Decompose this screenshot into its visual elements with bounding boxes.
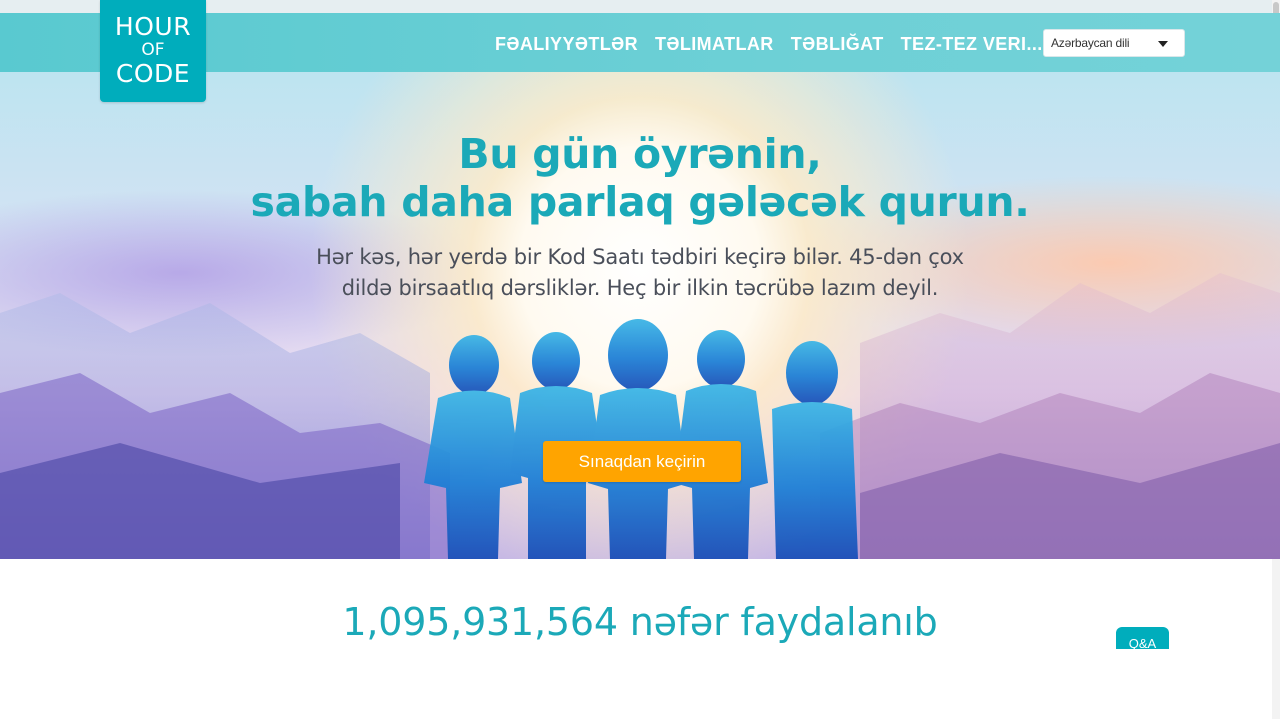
try-it-button[interactable]: Sınaqdan keçirin [543,441,741,482]
qa-help-button[interactable]: Q&A [1116,627,1169,649]
nav-links: FƏALIYYƏTLƏR TƏLIMATLAR TƏBLIĞAT TEZ-TEZ… [495,34,1060,55]
nav-tutorials[interactable]: TƏLIMATLAR [655,34,774,55]
logo-word-of: OF [141,40,165,60]
language-select-value: Azərbaycan dili [1051,36,1130,50]
logo-word-hour: HOUR [114,12,192,41]
hero-subtitle-line1: Hər kəs, hər yerdə bir Kod Saatı tədbiri… [316,245,964,269]
nav-faq[interactable]: TEZ-TEZ VERI... [901,34,1043,55]
hero-headline-line2: sabah daha parlaq gələcək qurun. [250,178,1030,226]
hero-headline-line1: Bu gün öyrənin, [458,130,822,178]
chevron-down-icon [1158,41,1168,47]
nav-promote[interactable]: TƏBLIĞAT [791,34,884,55]
logo-word-code: CODE [115,59,191,88]
hour-of-code-logo[interactable]: HOUR OF CODE [100,0,206,102]
language-select[interactable]: Azərbaycan dili [1043,29,1185,57]
nav-activities[interactable]: FƏALIYYƏTLƏR [495,34,638,55]
served-counter: 1,095,931,564 nəfər faydalanıb [342,600,938,644]
hero-subtitle-line2: dildə birsaatlıq dərsliklər. Heç bir ilk… [341,276,939,300]
